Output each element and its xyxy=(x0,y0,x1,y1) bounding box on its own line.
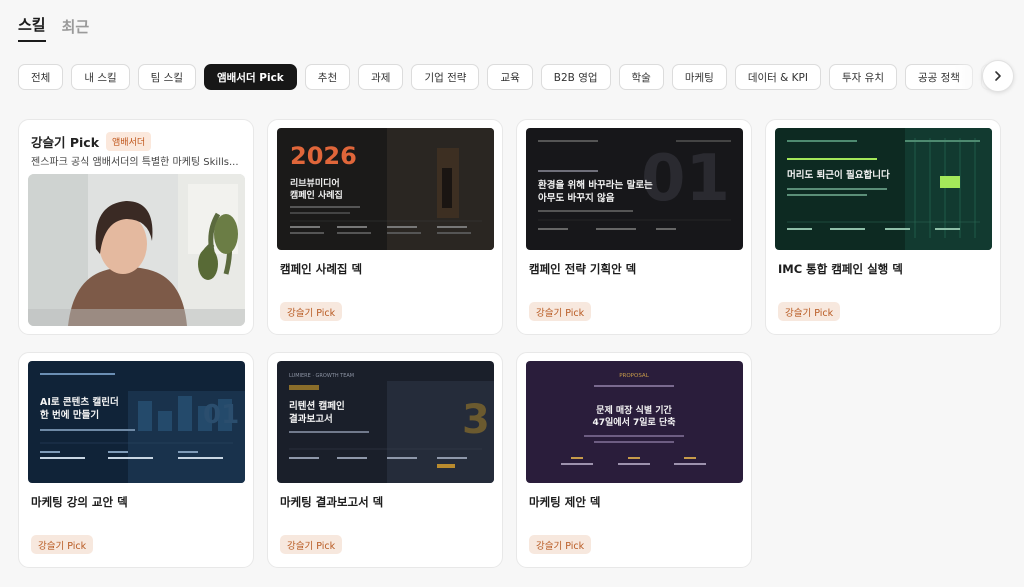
thumb-line-2: 결과보고서 xyxy=(289,413,333,425)
pick-tag: 강슬기 Pick xyxy=(529,302,592,321)
thumb-big-number: 2026 xyxy=(290,142,357,170)
pick-tag: 강슬기 Pick xyxy=(280,535,343,554)
deck-card[interactable]: 2026 리브뷰미디어 캠페인 사례집 캠페인 사례집 덱 강슬기 Pick xyxy=(267,119,503,335)
chevron-right-icon xyxy=(995,71,1001,81)
ambassador-badge: 앰배서더 xyxy=(106,132,152,151)
deck-card[interactable]: 3 LUMIERE · GROWTH TEAM 리텐션 캠페인 결과보고서 마케… xyxy=(267,352,503,568)
thumb-header: LUMIERE · GROWTH TEAM xyxy=(289,373,354,379)
ambassador-video[interactable] xyxy=(28,174,245,326)
deck-title: 마케팅 제안 덱 xyxy=(529,495,601,509)
deck-card[interactable]: 01 환경을 위해 바꾸라는 말로는 아무도 바꾸지 않음 캠페인 전략 기획안… xyxy=(516,119,752,335)
pick-tag: 강슬기 Pick xyxy=(31,535,94,554)
deck-card[interactable]: 01 AI로 콘텐츠 캘린더 한 번에 만들기 마케팅 강의 교안 덱 강슬기 … xyxy=(18,352,254,568)
deck-thumbnail: 3 LUMIERE · GROWTH TEAM 리텐션 캠페인 결과보고서 xyxy=(277,361,494,483)
top-tabs: 스킬 최근 xyxy=(18,14,89,42)
thumb-line-1: 리텐션 캠페인 xyxy=(289,400,345,412)
filter-chip[interactable]: 과제 xyxy=(358,64,404,90)
filter-chip[interactable]: 앰배서더 Pick xyxy=(203,64,297,90)
deck-thumbnail: 01 환경을 위해 바꾸라는 말로는 아무도 바꾸지 않음 xyxy=(526,128,743,250)
deck-thumbnail: 01 AI로 콘텐츠 캘린더 한 번에 만들기 xyxy=(28,361,245,483)
thumb-big-number: 01 xyxy=(641,142,730,216)
filter-chip[interactable]: 전체 xyxy=(18,64,64,90)
deck-title: 마케팅 강의 교안 덱 xyxy=(31,495,128,509)
deck-title: 마케팅 결과보고서 덱 xyxy=(280,495,384,509)
thumb-header: PROPOSAL xyxy=(619,373,649,379)
deck-card[interactable]: PROPOSAL 문제 매장 식별 기간 47일에서 7일로 단축 마케팅 제안… xyxy=(516,352,752,568)
pick-tag: 강슬기 Pick xyxy=(280,302,343,321)
filter-chip[interactable]: 기업 전략 xyxy=(411,64,480,90)
thumb-big-number: 3 xyxy=(462,397,490,443)
filter-chip[interactable]: 학술 xyxy=(618,64,664,90)
ambassador-photo xyxy=(28,174,245,326)
thumb-line-2: 아무도 바꾸지 않음 xyxy=(538,192,615,204)
deck-title: 캠페인 전략 기획안 덱 xyxy=(529,262,637,276)
thumb-line-1: 환경을 위해 바꾸라는 말로는 xyxy=(538,179,653,191)
pick-tag: 강슬기 Pick xyxy=(529,535,592,554)
deck-title: IMC 통합 캠페인 실행 덱 xyxy=(778,262,903,276)
deck-thumbnail: PROPOSAL 문제 매장 식별 기간 47일에서 7일로 단축 xyxy=(526,361,743,483)
filter-chip[interactable]: 팀 스킬 xyxy=(137,64,196,90)
deck-card[interactable]: 머리도 퇴근이 필요합니다 IMC 통합 캠페인 실행 덱 강슬기 Pick xyxy=(765,119,1001,335)
filter-chip[interactable]: 투자 유치 xyxy=(829,64,897,90)
deck-thumbnail: 머리도 퇴근이 필요합니다 xyxy=(775,128,992,250)
thumb-line-1: 문제 매장 식별 기간 xyxy=(596,404,672,416)
category-chips: 전체 내 스킬 팀 스킬 앰배서더 Pick 추천 과제 기업 전략 교육 B2B 영업 학술 마케… xyxy=(18,64,1024,92)
filter-chip[interactable]: 교육 xyxy=(487,64,533,90)
tab-skills[interactable]: 스킬 xyxy=(18,14,46,42)
ambassador-pick-card[interactable]: 강슬기 Pick 앰배서더 젠스파크 공식 앰배서더의 특별한 마케팅 Skil… xyxy=(18,119,254,335)
filter-chip[interactable]: 데이터 & KPI xyxy=(734,64,821,90)
deck-thumbnail: 2026 리브뷰미디어 캠페인 사례집 xyxy=(277,128,494,250)
filter-chip[interactable]: 추천 xyxy=(304,64,351,90)
thumb-line-2: 캠페인 사례집 xyxy=(290,189,343,201)
thumb-big-number: 01 xyxy=(203,400,239,430)
thumb-line-2: 한 번에 만들기 xyxy=(40,409,99,421)
thumb-line-1: 리브뷰미디어 xyxy=(290,177,340,189)
pick-card-description: 젠스파크 공식 앰배서더의 특별한 마케팅 Skills... xyxy=(31,157,239,168)
deck-title: 캠페인 사례집 덱 xyxy=(280,262,363,276)
tab-recent[interactable]: 최근 xyxy=(62,16,90,42)
pick-card-title: 강슬기 Pick xyxy=(31,135,100,150)
thumb-line-2: 머리도 퇴근이 필요합니다 xyxy=(787,169,890,181)
filter-chip[interactable]: 마케팅 xyxy=(671,64,727,90)
filter-chip[interactable]: B2B 영업 xyxy=(540,64,611,90)
filter-chip[interactable]: 내 스킬 xyxy=(71,64,130,90)
pick-tag: 강슬기 Pick xyxy=(778,302,841,321)
thumb-line-1: AI로 콘텐츠 캘린더 xyxy=(40,396,119,408)
chips-next-button[interactable] xyxy=(982,60,1014,92)
thumb-line-2: 47일에서 7일로 단축 xyxy=(592,416,675,428)
